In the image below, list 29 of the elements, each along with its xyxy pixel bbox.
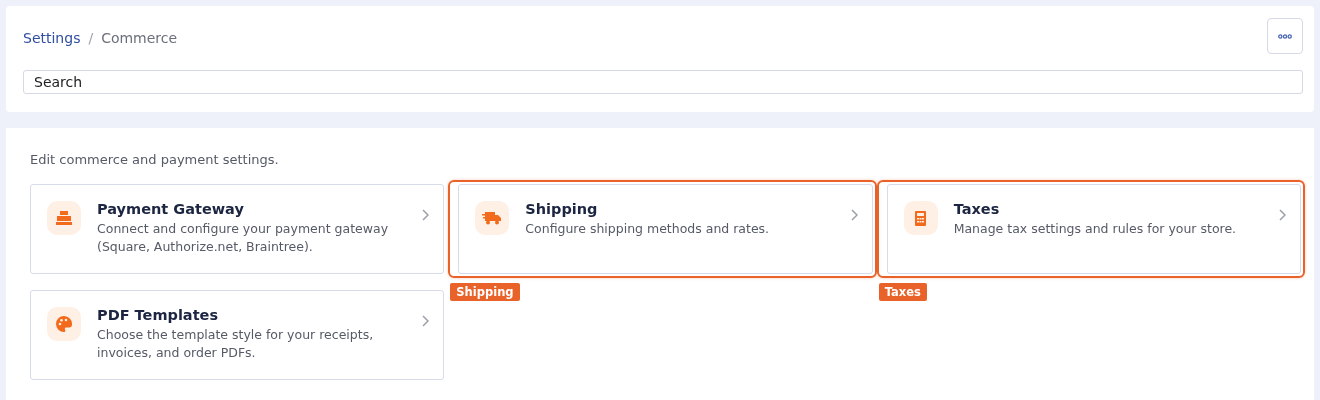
search-field[interactable]: Search [23, 70, 1303, 94]
breadcrumb-link[interactable]: Settings [23, 30, 81, 46]
highlight-label: Taxes [878, 283, 927, 301]
intro-text: Edit commerce and payment settings. [30, 152, 280, 167]
palette-icon [56, 316, 72, 332]
card-title: PDF Templates [97, 307, 220, 323]
breadcrumb-separator: / [88, 30, 94, 46]
chevron-right-icon [422, 315, 430, 327]
card-title: Taxes [953, 201, 1001, 217]
truck-icon [482, 211, 503, 225]
card-title: Payment Gateway [97, 201, 245, 217]
more-icon [1278, 33, 1292, 39]
chevron-right-icon [422, 209, 430, 221]
card-title: Shipping [525, 201, 599, 217]
cash-register-icon [56, 211, 72, 225]
card-description: Manage tax settings and rules for your store. [953, 220, 1238, 238]
card-description: Choose the template style for your receipts, invoices, and order PDFs. [97, 326, 375, 363]
settings-card[interactable]: Payment Gateway Connect and configure your payment gateway (Square, Authorize.net, Braintree). [30, 184, 445, 274]
chevron-right-icon [1279, 209, 1286, 221]
settings-card[interactable]: PDF Templates Choose the template style for your receipts, invoices, and order PDFs. [30, 290, 445, 380]
calculator-icon [915, 210, 927, 226]
settings-card[interactable]: Shipping Configure shipping methods and rates. [458, 184, 873, 274]
more-button[interactable] [1267, 18, 1303, 54]
breadcrumb-current: Commerce [101, 30, 178, 46]
settings-card[interactable]: Taxes Manage tax settings and rules for your store. [886, 184, 1301, 274]
card-description: Connect and configure your payment gateway (Square, Authorize.net, Braintree). [97, 220, 390, 257]
highlight-label: Shipping [450, 283, 520, 301]
card-description: Configure shipping methods and rates. [525, 220, 771, 238]
chevron-right-icon [850, 209, 858, 221]
